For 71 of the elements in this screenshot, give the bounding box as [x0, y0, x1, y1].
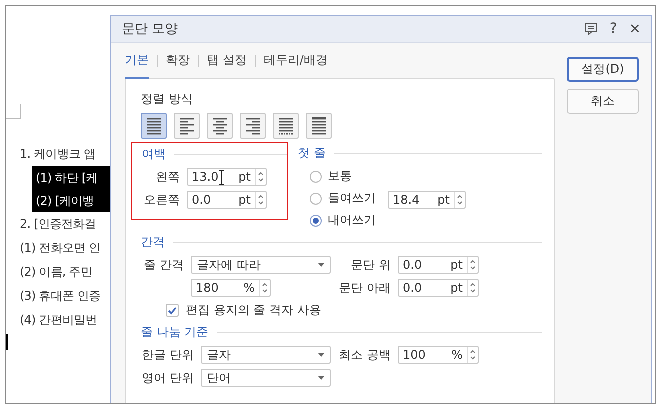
field-label: 문단 위 [350, 256, 391, 274]
field-label: 문단 아래 [338, 280, 391, 296]
alignment-button[interactable] [207, 113, 233, 139]
dropdown-arrow-icon [318, 376, 325, 380]
spinner-arrows-icon[interactable] [467, 257, 478, 273]
group-title: 첫 줄 [298, 145, 326, 162]
tab[interactable]: 확장 [166, 42, 190, 79]
field-label: 왼쪽 [155, 168, 180, 186]
alignment-button[interactable] [240, 113, 266, 139]
group-title: 여백 [142, 146, 166, 163]
document-line: 2. [인증전화걸 [19, 216, 98, 233]
spinner-arrows-icon[interactable] [255, 169, 266, 185]
field-label: 영어 단위 [141, 370, 194, 386]
spinner-arrows-icon[interactable] [255, 192, 266, 208]
group-title: 줄 나눔 기준 [141, 324, 209, 341]
radio-label: 내어쓰기 [328, 212, 376, 229]
number-field[interactable]: 100 % [398, 346, 479, 364]
align-divide-icon [309, 117, 329, 135]
align-center-icon [210, 117, 230, 135]
radio-label: 보통 [328, 168, 352, 185]
align-justify-icon [144, 117, 164, 135]
number-field[interactable]: 0.0 pt [398, 279, 479, 297]
document-line: (4) 간편비밀번 [19, 312, 98, 329]
ibeam-cursor-icon [219, 170, 225, 185]
dropdown[interactable]: 단어 [201, 369, 331, 387]
radio-button[interactable] [310, 170, 322, 182]
dropdown-arrow-icon [318, 353, 325, 357]
tab[interactable]: 탭 설정 [207, 42, 247, 79]
field-label: 오른쪽 [143, 192, 180, 208]
radio-button[interactable] [310, 214, 322, 226]
number-field[interactable]: 18.4 pt [388, 191, 466, 209]
radio-button[interactable] [310, 192, 322, 204]
comment-icon[interactable] [584, 23, 598, 35]
number-field[interactable]: 180 % [191, 279, 271, 297]
text-cursor [6, 334, 8, 350]
page-corner-mark [6, 104, 21, 119]
spinner-arrows-icon[interactable] [467, 280, 478, 296]
dropdown[interactable]: 글자 [201, 346, 331, 364]
alignment-button[interactable] [141, 113, 167, 139]
tab[interactable]: 테두리/배경 [264, 42, 328, 79]
field-label: 한글 단위 [141, 346, 194, 364]
group-title: 간격 [141, 234, 165, 251]
dialog-button[interactable]: 설정(D) [567, 57, 639, 82]
document-line: (3) 휴대폰 인증 [19, 288, 102, 305]
dropdown-arrow-icon [318, 263, 325, 267]
spinner-arrows-icon[interactable] [454, 192, 465, 208]
section-label: 정렬 방식 [141, 91, 194, 108]
field-label: 줄 간격 [143, 256, 184, 274]
number-field[interactable]: 0.0 pt [398, 256, 479, 274]
spinner-arrows-icon[interactable] [467, 347, 478, 363]
align-distribute-icon [276, 117, 296, 135]
spinner-arrows-icon[interactable] [259, 280, 270, 296]
number-field[interactable]: 0.0 pt [187, 191, 267, 209]
document-line: (1) 전화오면 인 [19, 240, 102, 257]
close-button[interactable]: × [629, 21, 641, 37]
alignment-button[interactable] [174, 113, 200, 139]
align-right-icon [243, 117, 263, 135]
checkbox-label: 편집 용지의 줄 격자 사용 [186, 302, 322, 319]
dropdown[interactable]: 글자에 따라 [191, 256, 331, 274]
help-button[interactable]: ? [610, 21, 618, 37]
field-label: 최소 공백 [338, 346, 391, 364]
radio-label: 들여쓰기 [328, 190, 376, 207]
dialog-title: 문단 모양 [122, 21, 180, 38]
alignment-button[interactable] [306, 113, 332, 139]
document-line: 1. 케이뱅크 앱 [19, 146, 96, 163]
align-left-icon [177, 117, 197, 135]
alignment-button[interactable] [273, 113, 299, 139]
number-field[interactable]: 13.0 pt [187, 168, 267, 186]
document-line: (2) 이름, 주민 [19, 264, 94, 281]
checkbox[interactable] [166, 304, 179, 317]
dialog-button[interactable]: 취소 [567, 89, 639, 114]
